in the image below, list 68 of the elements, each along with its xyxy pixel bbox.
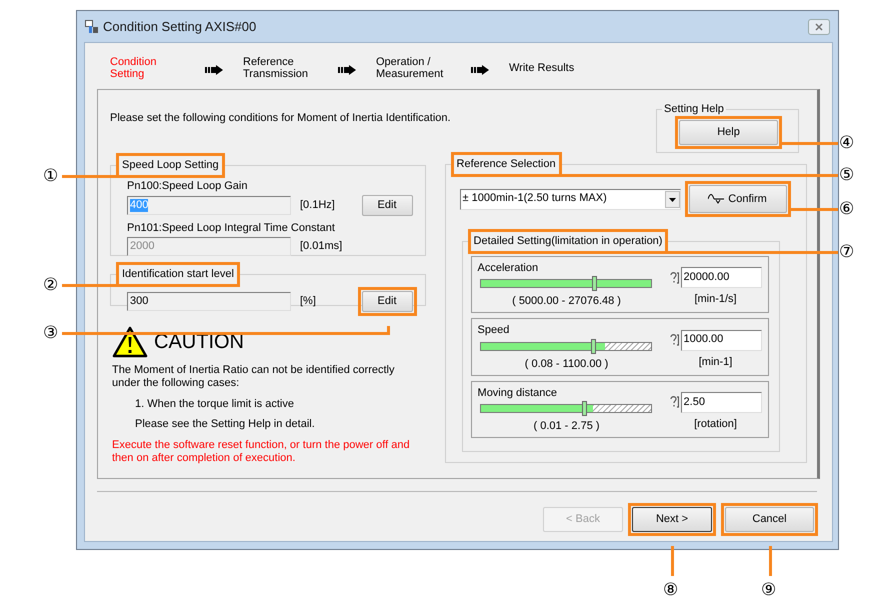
step-arrow-icon	[338, 65, 356, 76]
edit-button[interactable]: Edit	[362, 195, 413, 216]
slider-thumb[interactable]	[590, 338, 596, 354]
leader-line	[671, 546, 674, 576]
callout-number: ⑦	[839, 242, 854, 262]
caution-text: The Moment of Inertia Ratio can not be identified correctly under the following cases:	[112, 364, 396, 390]
close-button[interactable]	[808, 18, 830, 34]
confirm-button[interactable]: Confirm	[688, 185, 787, 213]
unit-label: [0.01ms]	[300, 240, 342, 254]
range-label: ( 0.01 - 2.75 )	[532, 420, 601, 434]
value-field[interactable]: 1000.00	[680, 330, 762, 351]
value-field[interactable]: 20000.00	[680, 267, 762, 288]
setting-label: Speed	[478, 324, 510, 338]
caution-item: 1. When the torque limit is active	[135, 398, 295, 412]
question-icon	[670, 396, 679, 408]
cancel-button[interactable]: Cancel	[725, 507, 814, 532]
callout-number: ⑧	[663, 580, 678, 596]
callout-number: ②	[43, 275, 58, 295]
question-icon	[670, 334, 679, 346]
slider-thumb[interactable]	[592, 276, 598, 292]
step-arrow-icon	[205, 65, 223, 76]
setting-label: Acceleration	[478, 262, 540, 276]
step-label: Write Results	[509, 61, 576, 76]
parameter-label: Pn101:Speed Loop Integral Time Constant	[127, 222, 336, 236]
callout-number: ⑨	[761, 580, 776, 596]
group-label: Reference Selection	[450, 152, 562, 177]
group-label: Speed Loop Setting	[116, 153, 225, 178]
close-icon	[815, 22, 823, 30]
reference-dropdown[interactable]: ± 1000min-1(2.50 turns MAX)	[460, 188, 681, 210]
range-label: ( 0.08 - 1100.00 )	[524, 358, 610, 371]
value-field[interactable]: 2.50	[680, 392, 762, 413]
step-label: Condition Setting	[110, 56, 158, 82]
step-label: Reference Transmission	[243, 56, 309, 82]
parameter-field: 2000	[127, 237, 291, 256]
step-arrow-icon	[471, 65, 489, 76]
callout-number: ⑥	[839, 199, 854, 219]
unit-label: [%]	[300, 294, 316, 308]
step-label: Operation / Measurement	[376, 56, 444, 82]
warning-icon	[112, 326, 148, 358]
group-label: Identification start level	[116, 262, 240, 287]
unit-label: [0.1Hz]	[300, 199, 335, 212]
callout-number: ③	[43, 323, 58, 343]
intro-text: Please set the following conditions for Moment of Inertia Identification.	[110, 112, 451, 126]
level-field[interactable]: 300	[127, 292, 291, 311]
question-icon	[670, 272, 679, 284]
app-icon	[85, 20, 99, 34]
range-label: ( 5000.00 - 27076.48 )	[511, 295, 622, 308]
unit-label: [rotation]	[693, 418, 738, 432]
caution-note: Please see the Setting Help in detail.	[135, 418, 316, 431]
edit-button[interactable]: Edit	[362, 291, 413, 312]
next-button[interactable]: Next >	[632, 507, 712, 532]
unit-label: [min-1/s]	[693, 293, 738, 308]
leader-line	[62, 175, 116, 178]
slider-thumb[interactable]	[582, 400, 588, 416]
group-label: Detailed Setting(limitation in operation)	[468, 229, 668, 254]
waveform-icon	[708, 194, 724, 204]
setting-label: Moving distance	[478, 386, 558, 400]
warning-text: Execute the software reset function, or turn the power off and then on after completion of execution.	[112, 438, 411, 466]
window-title: Condition Setting AXIS#00	[103, 18, 256, 34]
parameter-label: Pn100:Speed Loop Gain	[127, 180, 248, 194]
leader-line	[62, 284, 116, 287]
callout-number: ⑤	[839, 165, 854, 185]
callout-number: ④	[839, 133, 854, 153]
help-button[interactable]: Help	[679, 120, 778, 145]
leader-line	[769, 546, 772, 576]
callout-number: ①	[43, 166, 58, 186]
group-label: Setting Help	[663, 103, 725, 116]
unit-label: [min-1]	[698, 356, 734, 370]
